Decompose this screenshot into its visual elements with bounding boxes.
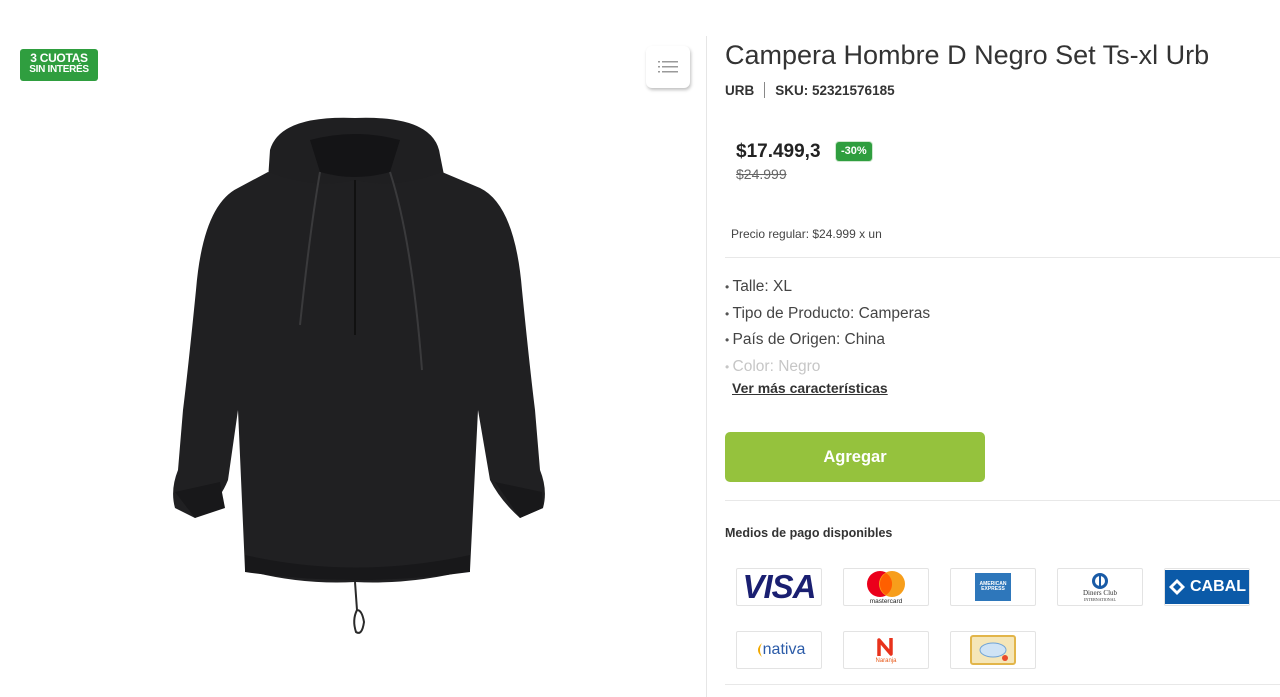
list-icon <box>658 61 678 73</box>
divider <box>725 684 1280 685</box>
mastercard-circles-icon <box>867 570 905 597</box>
naranja-logo: Naranja <box>843 631 929 669</box>
amex-text-2: EXPRESS <box>981 586 1005 592</box>
add-to-cart-button[interactable]: Agregar <box>725 432 985 482</box>
visa-logo: VISA <box>736 568 822 606</box>
cabal-diamond-icon <box>1169 579 1185 595</box>
cuotas-badge-line1: 3 CUOTAS <box>30 51 88 65</box>
feature-item: Tipo de Producto: Camperas <box>725 301 931 328</box>
diners-text: Diners Club <box>1082 589 1118 597</box>
payment-methods-title: Medios de pago disponibles <box>725 526 893 540</box>
vertical-divider <box>706 36 707 697</box>
divider <box>725 257 1280 258</box>
meta-separator <box>764 82 766 98</box>
divider <box>725 500 1280 501</box>
cencosud-card-logo <box>950 631 1036 669</box>
diners-subtext: INTERNATIONAL <box>1084 597 1116 602</box>
sku-label: SKU: 52321576185 <box>775 82 895 98</box>
diners-logo: Diners Club INTERNATIONAL <box>1057 568 1143 606</box>
amex-logo: AMERICAN EXPRESS <box>950 568 1036 606</box>
cuotas-badge: 3 CUOTAS SIN INTERÉS <box>20 49 98 81</box>
product-title: Campera Hombre D Negro Set Ts-xl Urb <box>725 40 1210 70</box>
nativa-logo: nativa <box>736 631 822 669</box>
naranja-n-icon <box>877 638 893 656</box>
product-page: 3 CUOTAS SIN INTERÉS Campera Hombre D Ne… <box>0 0 1280 697</box>
mastercard-logo: mastercard <box>843 568 929 606</box>
features-list: Talle: XL Tipo de Producto: Camperas Paí… <box>725 274 931 381</box>
nativa-leaf-icon <box>757 643 762 657</box>
thumbnails-toggle-button[interactable] <box>646 46 690 88</box>
mastercard-text: mastercard <box>869 597 903 605</box>
card-icon <box>970 635 1016 665</box>
regular-price: Precio regular: $24.999 x un <box>731 227 882 241</box>
nativa-text: nativa <box>762 641 806 658</box>
current-price: $17.499,3 <box>736 141 821 162</box>
feature-item: Talle: XL <box>725 274 930 301</box>
diners-icon <box>1092 573 1108 589</box>
brand-link[interactable]: URB <box>725 83 754 98</box>
cabal-text: CABAL <box>1190 578 1246 595</box>
product-meta: URB SKU: 52321576185 <box>725 82 895 98</box>
feature-item: País de Origen: China <box>725 327 930 354</box>
naranja-text: Naranja <box>875 658 897 664</box>
product-image[interactable] <box>150 110 570 650</box>
cabal-logo: CABAL <box>1164 568 1250 606</box>
cuotas-badge-line2: SIN INTERÉS <box>29 64 89 75</box>
discount-badge: -30% <box>836 142 872 161</box>
see-more-features-link[interactable]: Ver más características <box>732 380 888 396</box>
visa-text: VISA <box>742 568 816 605</box>
feature-item: Color: Negro <box>725 354 930 381</box>
old-price: $24.999 <box>736 166 787 182</box>
